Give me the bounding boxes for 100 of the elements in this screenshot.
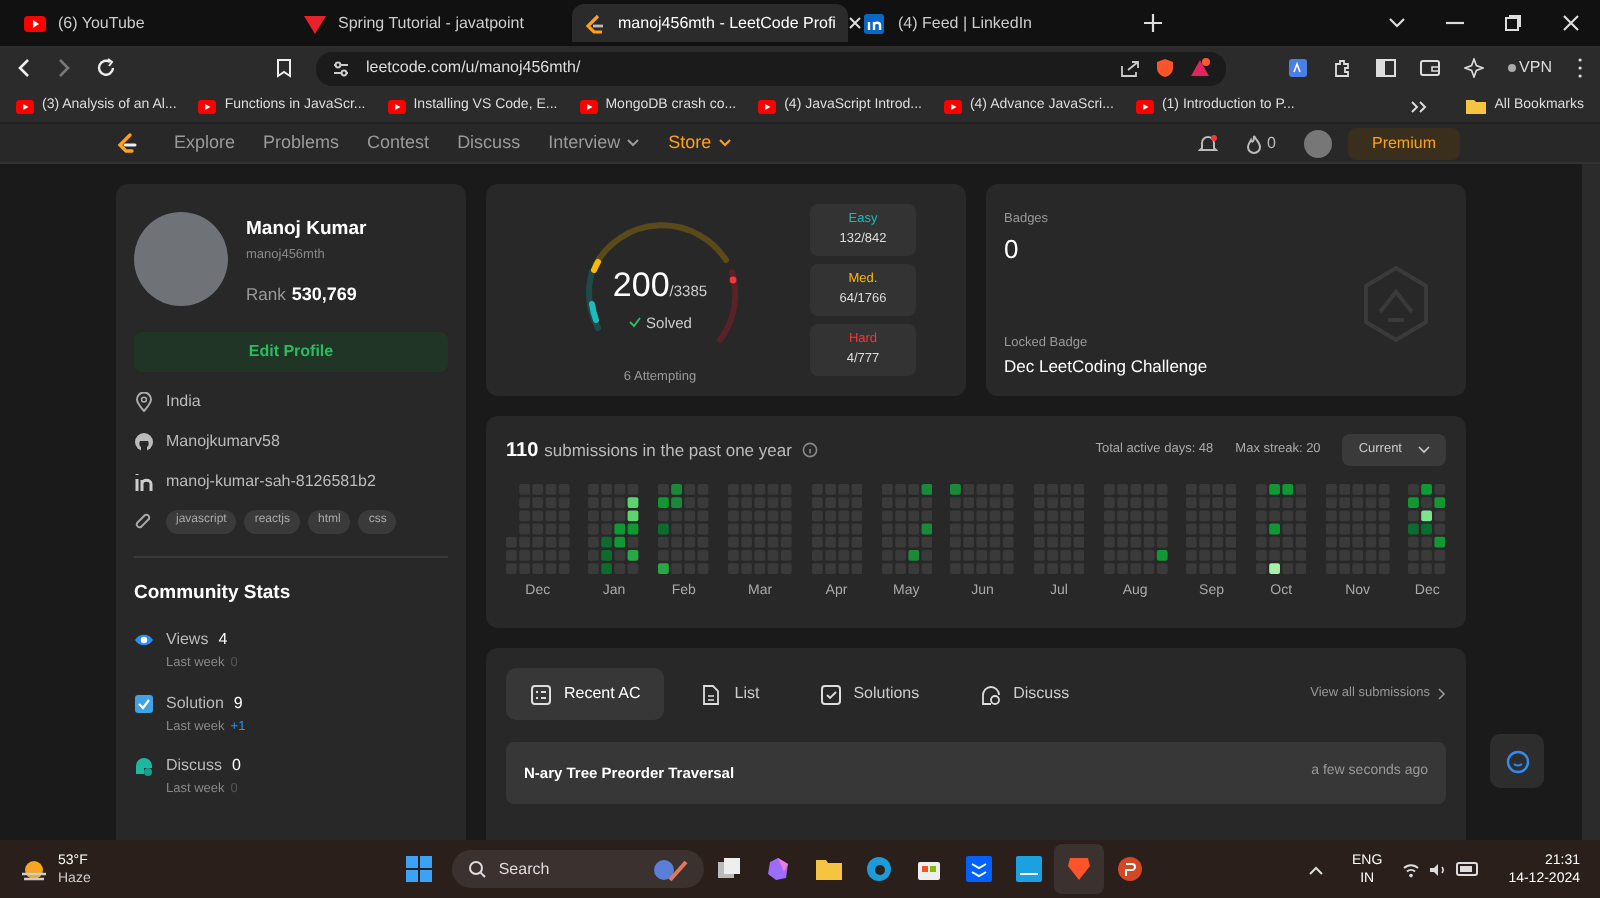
caret-icon [717, 138, 732, 148]
wifi-icon[interactable] [1402, 861, 1421, 877]
rank-label: Rank [246, 282, 286, 308]
new-tab-icon[interactable] [1144, 14, 1162, 32]
stat-value: 4 [218, 627, 228, 652]
edit-profile-button[interactable]: Edit Profile [134, 331, 448, 371]
activity-grid-drawing [588, 484, 640, 575]
search-field[interactable]: Search [452, 850, 705, 888]
solutions-icon [819, 683, 842, 705]
share-icon[interactable] [1120, 59, 1140, 77]
sidebar-icon[interactable] [1375, 58, 1396, 78]
submission-count: 110 [506, 437, 539, 465]
browser-tab[interactable]: (4) Feed | LinkedIn [852, 4, 1128, 42]
chat-icon [1505, 749, 1529, 773]
presentation-icon[interactable] [1116, 856, 1143, 882]
forward-icon[interactable] [56, 58, 72, 78]
vpn-button[interactable]: VPN [1507, 56, 1552, 80]
sparkle-icon[interactable] [1463, 58, 1484, 78]
tab[interactable]: Discuss [955, 668, 1094, 720]
feedback-button[interactable] [1490, 734, 1544, 788]
tab[interactable]: Recent AC [506, 668, 665, 720]
video-icon [943, 99, 962, 113]
recent-icon [530, 683, 552, 705]
folder-icon [1466, 98, 1487, 114]
video-icon [758, 99, 777, 113]
activity-grid-drawing [1408, 484, 1446, 575]
submission-caption: submissions in the past one year [544, 437, 792, 463]
browser-tab[interactable]: (6) YouTube [12, 4, 288, 42]
avatar[interactable] [1303, 129, 1332, 157]
task-view-icon[interactable] [716, 856, 743, 882]
reload-icon[interactable] [96, 58, 116, 78]
logo-icon[interactable] [114, 131, 138, 155]
stat-label: Discuss [166, 754, 223, 779]
stat-value: 0 [232, 754, 241, 779]
triangle-icon[interactable] [1190, 58, 1210, 78]
linkedin-icon [134, 471, 154, 491]
user-name: Manoj Kumar [246, 216, 367, 244]
chevron-up-icon[interactable] [1308, 863, 1325, 875]
start-icon[interactable] [406, 856, 433, 882]
close-icon[interactable] [1562, 14, 1580, 32]
tab[interactable]: Solutions [795, 668, 944, 720]
browser-icon[interactable] [866, 856, 893, 882]
nav-link[interactable]: Contest [367, 129, 430, 157]
video-icon [16, 99, 34, 113]
solution-icon [134, 693, 154, 713]
folder-icon[interactable] [816, 856, 843, 882]
video-icon [387, 99, 406, 113]
more-icon[interactable] [1410, 99, 1429, 113]
caret-icon [1418, 446, 1430, 454]
profile-link[interactable]: Manojkumarv58 [166, 429, 280, 453]
volume-icon[interactable] [1428, 861, 1449, 877]
nav-link[interactable]: Explore [174, 129, 236, 157]
profile-link[interactable]: manoj-kumar-sah-8126581b2 [166, 469, 376, 493]
address-bar[interactable]: leetcode.com/u/manoj456mth/ [316, 51, 1226, 85]
maximize-icon[interactable] [1504, 14, 1522, 32]
location-text: India [166, 389, 201, 413]
tab[interactable]: List [676, 668, 784, 720]
extensions-icon[interactable] [1331, 58, 1352, 78]
app-icon[interactable] [1016, 856, 1043, 882]
check-icon [628, 316, 643, 329]
nav-link[interactable]: Problems [263, 129, 340, 157]
section-title: Community Stats [134, 579, 293, 607]
close-icon[interactable] [847, 16, 862, 30]
badges-count: 0 [1004, 231, 1021, 268]
streak-counter[interactable]: 0 [1245, 131, 1276, 155]
video-icon [1135, 99, 1154, 113]
menu-icon[interactable] [1576, 58, 1584, 78]
back-icon[interactable] [16, 58, 32, 78]
dropbox-icon[interactable] [966, 856, 993, 882]
github-icon [134, 431, 154, 451]
video-icon [198, 99, 217, 113]
weather-haze-icon [20, 857, 48, 881]
wallet-icon[interactable] [1419, 58, 1440, 78]
activity-grid-drawing [658, 484, 710, 575]
battery-icon[interactable] [1456, 862, 1481, 876]
nav-link[interactable]: Interview [548, 129, 641, 157]
discuss-icon [979, 683, 1002, 705]
nav-link[interactable]: Store [668, 129, 732, 157]
rank-value: 530,769 [291, 282, 357, 308]
bookmark-icon[interactable] [276, 58, 292, 78]
avatar [134, 212, 228, 306]
site-icon [864, 13, 886, 33]
site-icon [584, 13, 606, 33]
chevron-right-icon [1438, 688, 1446, 700]
copilot-icon[interactable] [766, 856, 793, 882]
stat-label: Views [166, 627, 209, 652]
store-icon[interactable] [916, 856, 943, 882]
chevron-down-icon[interactable] [1388, 14, 1406, 32]
browser-tab[interactable]: Spring Tutorial - javatpoint [292, 4, 568, 42]
translate-icon[interactable] [1287, 58, 1308, 78]
activity-grid-drawing [950, 484, 1015, 575]
scrollbar[interactable] [1582, 164, 1600, 840]
nav-link[interactable]: Discuss [457, 129, 521, 157]
notification-bell-icon[interactable] [1197, 133, 1218, 153]
premium-button[interactable]: Premium [1347, 127, 1460, 159]
stat-label: Solution [166, 691, 224, 715]
location-icon [134, 391, 154, 411]
site-icon [304, 13, 326, 33]
shield-icon[interactable] [1156, 58, 1174, 78]
views-icon [134, 629, 154, 650]
